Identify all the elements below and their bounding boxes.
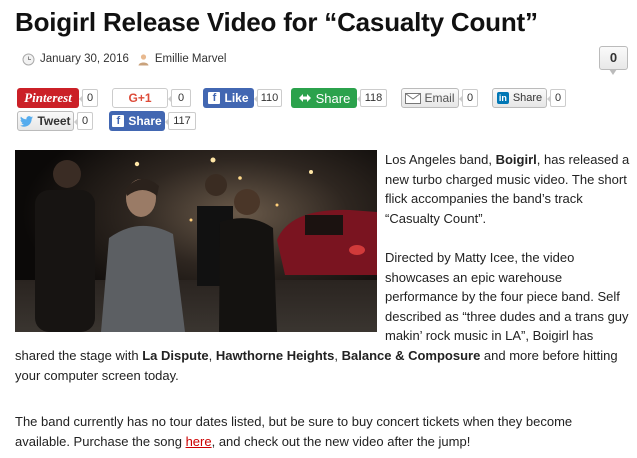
share-button[interactable]: Share — [291, 88, 357, 108]
linkedin-label: Share — [512, 92, 543, 104]
share-arrows-icon — [298, 94, 311, 102]
linkedin-count: 0 — [547, 89, 566, 107]
tweet-label: Tweet — [37, 114, 71, 128]
intro-paragraph: Los Angeles band, Boigirl, has released … — [385, 150, 630, 228]
article-meta: January 30, 2016 Emillie Marvel — [22, 51, 226, 67]
intro-text-pre: Los Angeles band, — [385, 152, 496, 167]
email-label: Email — [424, 91, 455, 105]
gplus-button[interactable]: G+1 — [112, 88, 168, 108]
user-icon — [138, 53, 149, 65]
email-count: 0 — [459, 89, 478, 107]
comment-count-bubble[interactable]: 0 — [599, 46, 628, 75]
director-paragraph: Directed by Matty Icee, the video showca… — [385, 248, 630, 346]
article-author[interactable]: Emillie Marvel — [155, 53, 227, 65]
band-hawthorne-heights: Hawthorne Heights — [215, 348, 335, 363]
facebook-like-label: Like — [224, 91, 249, 105]
email-button[interactable]: Email — [401, 88, 459, 108]
separator: , — [208, 348, 216, 363]
director-paragraph-continued: shared the stage with La Dispute, Hawtho… — [15, 346, 630, 385]
shared-stage-text: shared the stage with — [15, 348, 143, 363]
share-row-2: Tweet 0 f Share 117 — [17, 111, 196, 131]
facebook-share-label: Share — [128, 114, 162, 128]
gplus-count: 0 — [168, 89, 191, 107]
tweet-count: 0 — [74, 112, 93, 130]
pinterest-count: 0 — [79, 89, 98, 107]
share-count: 118 — [357, 89, 387, 107]
band-photo — [15, 150, 377, 332]
linkedin-icon: in — [496, 92, 509, 104]
facebook-share-button[interactable]: f Share — [109, 111, 165, 131]
twitter-bird-icon — [20, 115, 34, 127]
facebook-icon: f — [112, 115, 125, 127]
purchase-link[interactable]: here — [186, 434, 212, 449]
clock-icon — [22, 53, 35, 65]
envelope-icon — [405, 92, 422, 104]
article-date: January 30, 2016 — [40, 53, 129, 65]
facebook-like-count: 110 — [254, 89, 282, 107]
director-text: Directed by Matty Icee, the video showca… — [385, 250, 629, 343]
share-row-1: Pinterest 0 G+1 0 f Like 110 Share 118 E… — [17, 88, 566, 108]
facebook-icon: f — [208, 92, 221, 104]
band-name: Boigirl — [495, 152, 537, 167]
tweet-button[interactable]: Tweet — [17, 111, 74, 131]
linkedin-share-button[interactable]: in Share — [492, 88, 547, 108]
band-balance-composure: Balance & Composure — [341, 348, 481, 363]
facebook-like-button[interactable]: f Like — [203, 88, 254, 108]
separator: , — [334, 348, 342, 363]
pinterest-label: Pinterest — [24, 90, 72, 105]
share-label: Share — [315, 90, 351, 106]
tour-text-end: , and check out the new video after the … — [211, 433, 471, 449]
article-title: Boigirl Release Video for “Casualty Coun… — [15, 7, 538, 37]
comment-count: 0 — [609, 50, 618, 65]
tour-paragraph: The band currently has no tour dates lis… — [15, 412, 630, 451]
pinterest-button[interactable]: Pinterest — [17, 88, 79, 108]
band-la-dispute: La Dispute — [142, 348, 209, 363]
gplus-label: G+1 — [128, 91, 152, 105]
facebook-share-count: 117 — [165, 112, 196, 130]
